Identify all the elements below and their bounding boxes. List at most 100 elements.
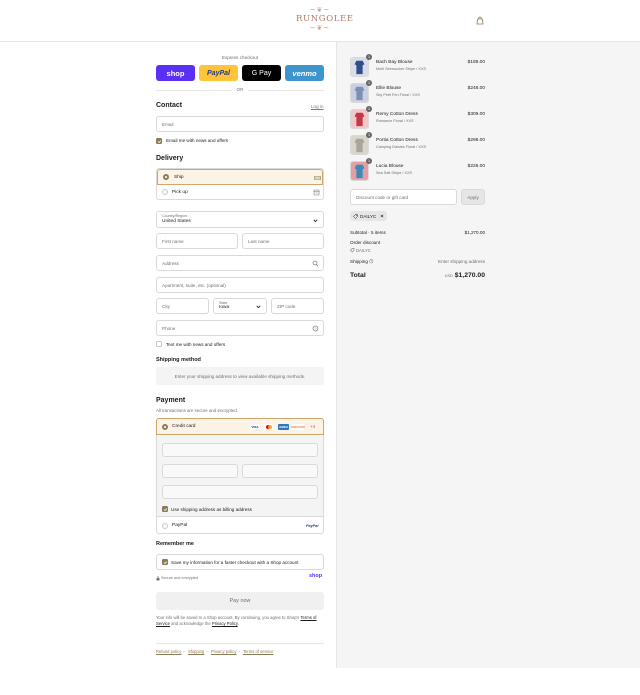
apartment-input[interactable]: Apartment, suite, etc. (optional) [156,277,324,293]
product-price: $298.00 [467,138,485,143]
help-icon[interactable]: ? [369,259,374,264]
search-icon [312,260,319,267]
or-divider-right [248,90,324,91]
save-info-label: Save my information for a faster checkou… [171,560,299,565]
card-name-input[interactable] [162,485,318,499]
footer-links: Refund policy · Shipping · Privacy policy ·… [156,649,274,654]
card-expiry-input[interactable] [162,464,238,478]
tag-icon [353,213,358,219]
discount-code-input[interactable]: Discount code or gift card [350,189,457,205]
shipping-method-heading: Shipping method [156,357,201,363]
checkmark-icon [163,507,167,511]
shipping-label: Shipping [350,259,368,264]
subtotal-label: Subtotal · 5 items [350,230,386,235]
product-name: Bach Bay Blouse [376,60,413,65]
card-number-input[interactable] [162,443,318,457]
paypal-label: PayPal [172,523,188,528]
total-label: Total [350,272,366,279]
store-icon [313,189,320,196]
product-variant: Romance Floral / XXS [376,119,414,123]
brand-logo[interactable]: ~❦~ RUNGOLEE ~❦~ [296,6,353,35]
credit-card-option[interactable]: Credit card VISA AMEX DISCOVER +4 [156,418,324,435]
discount-tag-code: DAILYC [360,213,377,219]
phone-input[interactable]: Phone ? [156,320,324,336]
shop-logo: shop [309,573,323,579]
subtotal-row: Subtotal · 5 items $1,270.00 [350,230,485,235]
privacy-policy-link[interactable]: Privacy policy [211,649,237,654]
discover-icon: DISCOVER [291,424,305,430]
quantity-badge: 1 [366,54,372,60]
pickup-label: Pick up [172,190,188,195]
shipping-policy-link[interactable]: Shipping [188,649,204,654]
quantity-badge: 1 [366,80,372,86]
help-icon[interactable]: ? [312,325,319,332]
cart-item: 1 Ellie Blouse Sky Petit Fen Floral / XXS $… [350,80,485,103]
google-pay-button[interactable]: G Pay [242,65,281,81]
legal-intro: Your info will be saved to a Shop accoun… [156,615,300,620]
legal-end: . [237,621,239,626]
cart-item: 1 Bach Bay Blouse Multi Seersucker Stripe … [350,54,485,77]
first-name-input[interactable]: First name [156,233,238,249]
credit-card-radio[interactable] [162,424,168,430]
city-input[interactable]: City [156,298,209,314]
close-icon[interactable] [380,214,384,218]
billing-same-checkbox[interactable] [162,506,168,512]
paypal-logo: PayPal [306,524,319,528]
logo-ornament-top: ~❦~ [309,6,331,14]
order-discount-label: Order discount [350,240,381,245]
ship-radio[interactable] [163,174,169,180]
remember-me-heading: Remember me [156,541,194,547]
logo-ornament-bottom: ~❦~ [309,24,331,32]
email-input[interactable]: Email [156,116,324,132]
payment-options: Credit card VISA AMEX DISCOVER +4 Use sh… [156,418,324,534]
express-checkout-label: Express checkout [221,55,259,60]
zip-input[interactable]: ZIP code [271,298,324,314]
privacy-link[interactable]: Privacy Policy [212,621,238,626]
svg-text:?: ? [315,327,317,331]
pickup-radio[interactable] [162,189,168,195]
order-discount-row: Order discount [350,240,485,245]
venmo-button[interactable]: venmo [285,65,324,81]
checkmark-icon [163,560,167,564]
pay-now-button[interactable]: Pay now [156,592,324,610]
card-security-code-input[interactable] [242,464,318,478]
cart-item: 1 Remy Cotton Dress Romance Floral / XXS $3… [350,106,485,129]
shipping-row: Shipping ? Enter shipping address [350,259,485,264]
country-select[interactable]: Country/Region United States [156,211,324,228]
state-value: Iowa [219,305,230,311]
product-name: Lucia Blouse [376,164,404,169]
footer-divider [156,643,324,644]
card-details-area: Use shipping address as billing address [157,435,323,517]
last-name-input[interactable]: Last name [242,233,324,249]
payment-subtitle: All transactions are secure and encrypte… [156,408,239,413]
order-summary: 1 Bach Bay Blouse Multi Seersucker Stripe … [336,42,640,668]
address-input[interactable]: Address [156,255,324,271]
state-select[interactable]: State Iowa [213,298,267,314]
total-amount: USD $1,270.00 [445,272,485,279]
terms-of-service-link[interactable]: Terms of service [243,649,273,654]
ship-option[interactable]: Ship [157,169,323,185]
or-label: OR [232,87,248,92]
quantity-badge: 1 [366,106,372,112]
or-divider-left [156,90,232,91]
email-news-checkbox[interactable] [156,138,162,144]
save-info-checkbox[interactable] [162,559,168,565]
quantity-badge: 1 [366,132,372,138]
quantity-badge: 1 [366,158,372,164]
product-price: $309.00 [467,112,485,117]
shop-pay-button[interactable]: shop [156,65,195,81]
order-discount-code: DAILYC [356,248,371,253]
product-variant: Multi Seersucker Stripe / XXS [376,67,427,71]
legal-text: Your info will be saved to a Shop accoun… [156,615,324,627]
amex-icon: AMEX [278,424,289,430]
login-link[interactable]: Log in [311,104,324,109]
text-news-checkbox[interactable] [156,341,162,347]
refund-policy-link[interactable]: Refund policy [156,649,181,654]
secure-label: Secure and encrypted [161,576,199,580]
apply-discount-button[interactable]: Apply [461,189,485,205]
currency-code: USD [444,274,453,278]
product-name: Remy Cotton Dress [376,112,418,117]
paypal-button[interactable]: PayPal [199,65,238,81]
shopping-bag-icon[interactable] [476,16,484,25]
paypal-radio[interactable] [162,523,168,529]
